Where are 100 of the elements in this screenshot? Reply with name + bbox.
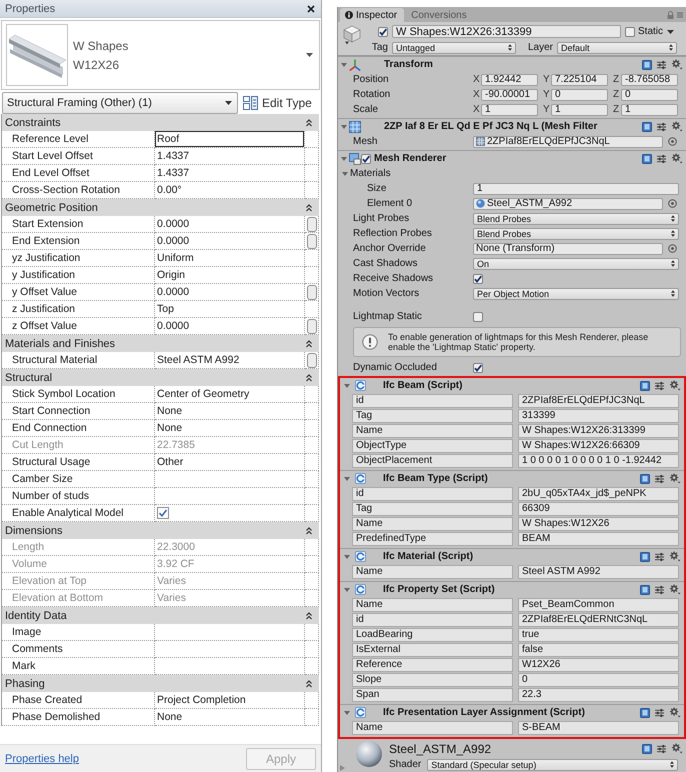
edit-type-button[interactable]: Edit Type xyxy=(243,92,312,114)
number-field[interactable]: 1 xyxy=(481,104,538,116)
property-value-field[interactable] xyxy=(155,624,305,641)
key-field[interactable]: Name xyxy=(352,424,513,438)
property-value-field[interactable] xyxy=(155,641,305,658)
foldout-arrow-icon[interactable] xyxy=(344,382,350,388)
category-dropdown[interactable]: Structural Framing (Other) (1) xyxy=(2,92,238,114)
object-name-field[interactable]: W Shapes:W12X26:313399 xyxy=(392,25,621,38)
property-value-field[interactable]: None xyxy=(155,403,305,420)
key-field[interactable]: IsExternal xyxy=(352,642,513,656)
key-field[interactable]: Tag xyxy=(352,502,513,516)
property-value-field[interactable]: Origin xyxy=(155,267,305,284)
checkbox[interactable] xyxy=(473,274,483,284)
parameter-button[interactable] xyxy=(306,318,316,334)
property-value-field[interactable]: None xyxy=(155,420,305,437)
property-value-field[interactable]: None xyxy=(155,709,305,726)
key-field[interactable]: PredefinedType xyxy=(352,532,513,546)
value-field[interactable]: true xyxy=(518,628,679,642)
tab[interactable]: Inspector xyxy=(340,8,404,22)
help-book-icon[interactable] xyxy=(640,584,650,594)
property-value-field[interactable]: 0.0000 xyxy=(155,233,305,250)
checkbox[interactable] xyxy=(157,507,169,519)
foldout-arrow-icon[interactable] xyxy=(341,62,347,68)
group-header[interactable]: Dimensions xyxy=(2,522,319,539)
dropdown[interactable]: Blend Probes xyxy=(473,228,679,240)
settings-icon[interactable] xyxy=(671,153,683,164)
key-field[interactable]: ObjectType xyxy=(352,438,513,452)
caret-icon[interactable] xyxy=(667,30,674,34)
property-value-field[interactable]: Roof xyxy=(155,131,305,148)
menu-icon[interactable] xyxy=(677,12,683,18)
foldout-arrow-icon[interactable] xyxy=(341,156,347,162)
property-value-field[interactable]: 1.4337 xyxy=(155,165,305,182)
group-header[interactable]: Geometric Position xyxy=(2,199,319,216)
key-field[interactable]: Reference xyxy=(352,658,513,672)
dropdown[interactable]: Default xyxy=(557,42,678,54)
value-field[interactable]: W Shapes:W12X26:313399 xyxy=(518,424,679,438)
help-book-icon[interactable] xyxy=(642,154,652,164)
group-header[interactable]: Materials and Finishes xyxy=(2,335,319,352)
foldout-arrow-icon[interactable] xyxy=(344,554,350,560)
group-header[interactable]: Constraints xyxy=(2,114,319,131)
object-field[interactable]: 2ZPIaf8ErELQdEPfJC3NqL xyxy=(473,136,663,148)
settings-icon[interactable] xyxy=(671,743,683,754)
foldout-arrow-icon[interactable] xyxy=(341,124,347,130)
value-field[interactable]: 313399 xyxy=(518,408,679,422)
parameter-button[interactable] xyxy=(306,234,316,248)
foldout-header[interactable]: Materials xyxy=(342,168,391,179)
property-value-field[interactable] xyxy=(155,488,305,505)
property-value-field[interactable]: 0.0000 xyxy=(155,284,305,301)
sliders-icon[interactable] xyxy=(655,380,664,390)
value-field[interactable]: 22.3 xyxy=(518,688,679,702)
parameter-button[interactable] xyxy=(306,352,316,368)
settings-icon[interactable] xyxy=(669,551,681,562)
property-value-field[interactable] xyxy=(155,471,305,488)
value-field[interactable]: W Shapes:W12X26:66309 xyxy=(518,438,679,452)
property-value-field[interactable]: 1.4337 xyxy=(155,148,305,165)
type-selector[interactable]: W Shapes W12X26 xyxy=(1,20,320,90)
sliders-icon[interactable] xyxy=(657,60,666,70)
number-field[interactable]: 1 xyxy=(621,104,678,116)
foldout-arrow-icon[interactable] xyxy=(342,170,348,176)
property-value-field[interactable]: Center of Geometry xyxy=(155,386,305,403)
object-picker-icon[interactable] xyxy=(668,137,677,146)
settings-icon[interactable] xyxy=(671,121,683,132)
value-field[interactable]: 1 0 0 0 0 1 0 0 0 0 1 0 -1.92442 xyxy=(518,454,679,468)
key-field[interactable]: Tag xyxy=(352,408,513,422)
parameter-button[interactable] xyxy=(306,216,316,232)
property-value-field[interactable]: Top xyxy=(155,301,305,318)
key-field[interactable]: id xyxy=(352,612,513,626)
object-field[interactable]: Steel_ASTM_A992 xyxy=(473,198,663,210)
key-field[interactable]: id xyxy=(352,394,513,408)
number-field[interactable]: -90.00001 xyxy=(481,88,538,100)
settings-icon[interactable] xyxy=(669,707,681,718)
help-link[interactable]: Properties help xyxy=(5,752,79,764)
sliders-icon[interactable] xyxy=(655,552,664,562)
help-book-icon[interactable] xyxy=(642,60,652,70)
value-field[interactable]: Steel ASTM A992 xyxy=(518,564,679,578)
foldout-arrow-icon[interactable] xyxy=(344,476,350,482)
group-header[interactable]: Structural xyxy=(2,369,319,386)
sliders-icon[interactable] xyxy=(655,708,664,718)
property-value-field[interactable]: Uniform xyxy=(155,250,305,267)
number-field[interactable]: 0 xyxy=(621,88,678,100)
key-field[interactable]: id xyxy=(352,486,513,500)
help-book-icon[interactable] xyxy=(640,552,650,562)
foldout-arrow-icon[interactable] xyxy=(344,586,350,592)
number-field[interactable]: -8.765058 xyxy=(621,74,678,86)
help-book-icon[interactable] xyxy=(640,380,650,390)
object-field[interactable]: None (Transform) xyxy=(473,242,663,254)
value-field[interactable]: BEAM xyxy=(518,532,679,546)
number-field[interactable]: 1.92442 xyxy=(481,74,538,86)
number-field[interactable]: 7.225104 xyxy=(551,74,608,86)
settings-icon[interactable] xyxy=(669,473,681,484)
value-field[interactable]: false xyxy=(518,642,679,656)
property-value-field[interactable]: Other xyxy=(155,454,305,471)
value-field[interactable]: W12X26 xyxy=(518,658,679,672)
property-value-field[interactable]: Project Completion xyxy=(155,692,305,709)
checkbox[interactable] xyxy=(378,26,388,36)
dropdown[interactable]: Standard (Specular setup) xyxy=(427,758,678,770)
number-field[interactable]: 1 xyxy=(551,104,608,116)
property-value-field[interactable]: 0.0000 xyxy=(155,216,305,233)
value-field[interactable]: 0 xyxy=(518,672,679,686)
help-book-icon[interactable] xyxy=(642,744,652,754)
